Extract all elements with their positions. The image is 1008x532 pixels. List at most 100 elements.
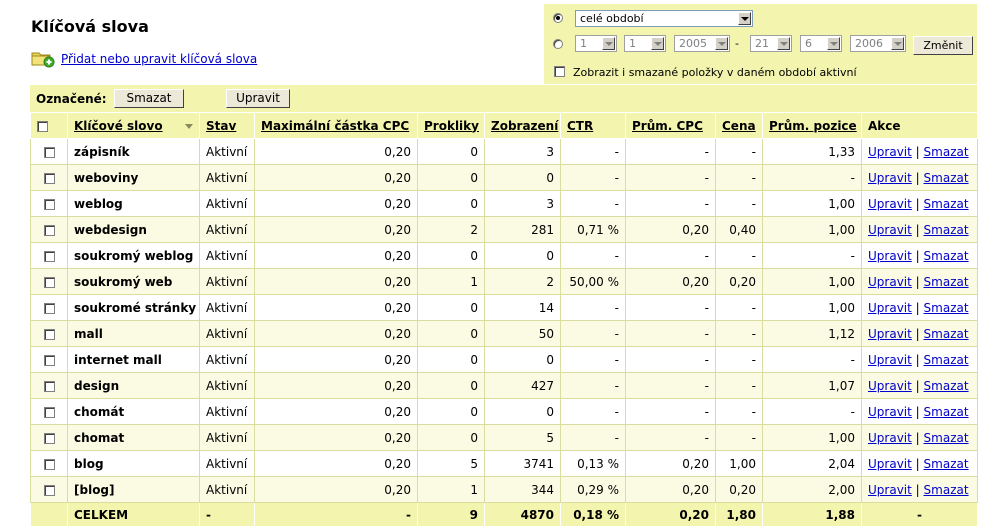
whole-period-radio[interactable] <box>553 13 563 23</box>
col-max-cpc[interactable]: Maximální částka CPC <box>254 112 418 139</box>
col-cost-label[interactable]: Cena <box>722 119 756 133</box>
row-checkbox[interactable] <box>43 484 55 496</box>
row-edit-link[interactable]: Upravit <box>868 353 912 367</box>
max-cpc-cell: 0,20 <box>254 294 418 321</box>
status-cell: Aktivní <box>199 268 255 295</box>
row-checkbox[interactable] <box>43 458 55 470</box>
row-checkbox[interactable] <box>43 250 55 262</box>
max-cpc-cell: 0,20 <box>254 346 418 373</box>
row-edit-link[interactable]: Upravit <box>868 379 912 393</box>
col-avg-cpc-label[interactable]: Prům. CPC <box>632 119 703 133</box>
change-period-button[interactable]: Změnit <box>913 36 973 55</box>
row-edit-link[interactable]: Upravit <box>868 275 912 289</box>
col-cost[interactable]: Cena <box>715 112 763 139</box>
row-checkbox[interactable] <box>43 406 55 418</box>
row-checkbox[interactable] <box>43 302 55 314</box>
col-ctr[interactable]: CTR <box>560 112 626 139</box>
add-keywords-link[interactable]: Přidat nebo upravit klíčová slova <box>61 52 257 66</box>
from-year-select[interactable]: 2005 <box>674 35 730 52</box>
action-separator: | <box>915 430 920 445</box>
row-delete-link[interactable]: Smazat <box>924 405 969 419</box>
delete-marked-button[interactable]: Smazat <box>114 89 184 108</box>
row-edit-link[interactable]: Upravit <box>868 405 912 419</box>
keyword-cell: soukromé stránky <box>67 294 200 321</box>
col-max-cpc-label[interactable]: Maximální částka CPC <box>261 119 409 133</box>
col-clicks-label[interactable]: Prokliky <box>424 119 479 133</box>
row-checkbox[interactable] <box>43 198 55 210</box>
row-edit-link[interactable]: Upravit <box>868 431 912 445</box>
row-delete-link[interactable]: Smazat <box>924 275 969 289</box>
row-delete-link[interactable]: Smazat <box>924 327 969 341</box>
to-year-select[interactable]: 2006 <box>850 35 906 52</box>
row-delete-link[interactable]: Smazat <box>924 171 969 185</box>
row-checkbox-cell <box>30 242 68 269</box>
custom-period-radio[interactable] <box>553 39 563 49</box>
col-impressions-label[interactable]: Zobrazení <box>491 119 558 133</box>
row-checkbox[interactable] <box>43 224 55 236</box>
table-row: soukromý web Aktivní 0,20 1 2 50,00 % 0,20 0,20… <box>30 268 978 295</box>
from-month-select[interactable]: 1 <box>624 35 666 52</box>
actions-cell: Upravit | Smazat <box>861 242 978 269</box>
row-delete-link[interactable]: Smazat <box>924 223 969 237</box>
col-avg-position[interactable]: Prům. pozice <box>762 112 862 139</box>
keyword-cell: webdesign <box>67 216 200 243</box>
from-day-select[interactable]: 1 <box>575 35 617 52</box>
col-avg-position-label[interactable]: Prům. pozice <box>769 119 857 133</box>
col-impressions[interactable]: Zobrazení <box>484 112 561 139</box>
row-edit-link[interactable]: Upravit <box>868 457 912 471</box>
col-status[interactable]: Stav <box>199 112 255 139</box>
row-edit-link[interactable]: Upravit <box>868 327 912 341</box>
row-delete-link[interactable]: Smazat <box>924 483 969 497</box>
row-checkbox[interactable] <box>43 432 55 444</box>
row-delete-link[interactable]: Smazat <box>924 379 969 393</box>
actions-cell: Upravit | Smazat <box>861 346 978 373</box>
avg-position-cell: 1,12 <box>762 320 862 347</box>
impressions-cell: 3 <box>484 190 561 217</box>
row-checkbox[interactable] <box>43 354 55 366</box>
row-edit-link[interactable]: Upravit <box>868 145 912 159</box>
col-keyword[interactable]: Klíčové slovo <box>67 112 200 139</box>
row-edit-link[interactable]: Upravit <box>868 483 912 497</box>
row-checkbox[interactable] <box>43 328 55 340</box>
row-delete-link[interactable]: Smazat <box>924 457 969 471</box>
clicks-cell: 0 <box>417 164 485 191</box>
to-day-select[interactable]: 21 <box>750 35 792 52</box>
actions-cell: Upravit | Smazat <box>861 216 978 243</box>
chevron-down-icon <box>651 37 664 50</box>
row-checkbox[interactable] <box>43 276 55 288</box>
add-keywords-link-group[interactable]: Přidat nebo upravit klíčová slova <box>31 50 257 68</box>
row-checkbox[interactable] <box>43 172 55 184</box>
row-checkbox[interactable] <box>43 380 55 392</box>
show-deleted-checkbox[interactable] <box>554 66 565 77</box>
row-delete-link[interactable]: Smazat <box>924 145 969 159</box>
col-clicks[interactable]: Prokliky <box>417 112 485 139</box>
col-keyword-label[interactable]: Klíčové slovo <box>74 119 163 133</box>
edit-marked-button[interactable]: Upravit <box>226 89 290 108</box>
select-all-checkbox[interactable] <box>37 120 48 132</box>
row-delete-link[interactable]: Smazat <box>924 197 969 211</box>
folder-add-icon <box>31 50 55 68</box>
row-delete-link[interactable]: Smazat <box>924 301 969 315</box>
cost-cell: - <box>715 164 763 191</box>
keyword-cell: [blog] <box>67 476 200 503</box>
row-delete-link[interactable]: Smazat <box>924 353 969 367</box>
cost-cell: - <box>715 320 763 347</box>
col-ctr-label[interactable]: CTR <box>567 119 593 133</box>
row-delete-link[interactable]: Smazat <box>924 431 969 445</box>
col-status-label[interactable]: Stav <box>206 119 236 133</box>
row-edit-link[interactable]: Upravit <box>868 301 912 315</box>
row-checkbox-cell <box>30 138 68 165</box>
row-edit-link[interactable]: Upravit <box>868 197 912 211</box>
whole-period-select[interactable]: celé období <box>575 10 753 27</box>
row-edit-link[interactable]: Upravit <box>868 249 912 263</box>
row-edit-link[interactable]: Upravit <box>868 223 912 237</box>
avg-cpc-cell: - <box>625 346 716 373</box>
row-checkbox-cell <box>30 476 68 503</box>
row-delete-link[interactable]: Smazat <box>924 249 969 263</box>
action-separator: | <box>915 482 920 497</box>
ctr-cell: - <box>560 398 626 425</box>
row-edit-link[interactable]: Upravit <box>868 171 912 185</box>
row-checkbox[interactable] <box>43 146 55 158</box>
to-month-select[interactable]: 6 <box>800 35 842 52</box>
col-avg-cpc[interactable]: Prům. CPC <box>625 112 716 139</box>
